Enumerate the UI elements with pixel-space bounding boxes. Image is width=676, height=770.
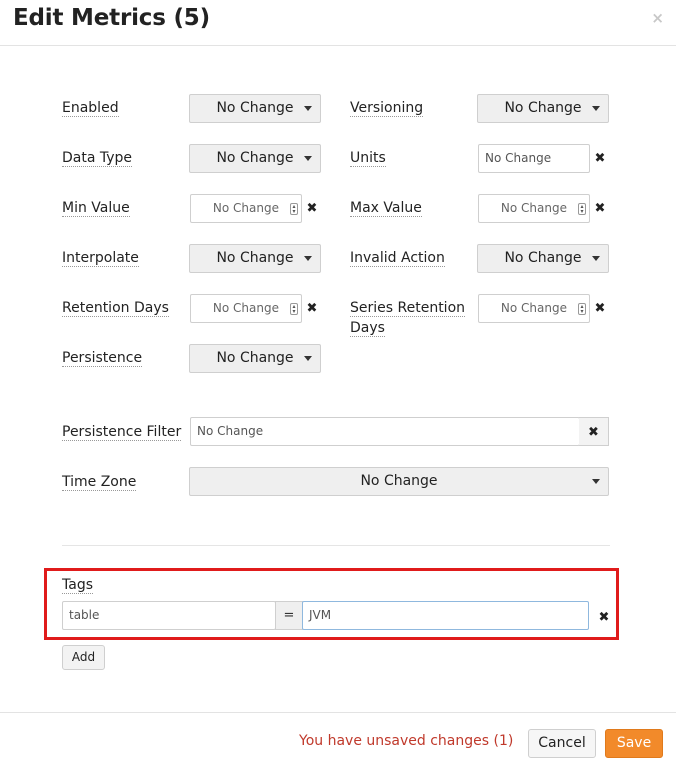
save-button[interactable]: Save <box>605 729 663 758</box>
units-clear-icon[interactable]: ✖ <box>590 144 610 173</box>
min-value-input[interactable]: No Change ▴ ▾ <box>190 194 302 223</box>
cancel-button[interactable]: Cancel <box>528 729 596 758</box>
caret-down-icon <box>304 256 312 261</box>
invalid-action-label: Invalid Action <box>350 250 445 267</box>
close-icon[interactable]: × <box>651 9 664 27</box>
enabled-label: Enabled <box>62 100 119 117</box>
spinner-icon[interactable]: ▴ ▾ <box>290 303 298 315</box>
persistence-filter-label: Persistence Filter <box>62 424 182 441</box>
retention-days-input[interactable]: No Change ▴ ▾ <box>190 294 302 323</box>
caret-down-icon <box>304 356 312 361</box>
caret-down-icon <box>304 156 312 161</box>
invalid-action-dropdown[interactable]: No Change <box>477 244 609 273</box>
modal-title: Edit Metrics (5) <box>13 5 210 31</box>
retention-days-label: Retention Days <box>62 300 169 317</box>
data-type-label: Data Type <box>62 150 133 167</box>
persistence-filter-clear-icon[interactable]: ✖ <box>579 417 609 446</box>
section-divider <box>62 545 610 546</box>
spinner-icon[interactable]: ▴ ▾ <box>578 203 586 215</box>
add-tag-button[interactable]: Add <box>62 645 105 670</box>
persistence-dropdown[interactable]: No Change <box>189 344 321 373</box>
min-value-label: Min Value <box>62 200 130 217</box>
versioning-label: Versioning <box>350 100 424 117</box>
max-value-input[interactable]: No Change ▴ ▾ <box>478 194 590 223</box>
time-zone-label: Time Zone <box>62 474 137 491</box>
modal-header: Edit Metrics (5) × <box>0 0 676 46</box>
max-value-label: Max Value <box>350 200 422 217</box>
interpolate-dropdown[interactable]: No Change <box>189 244 321 273</box>
time-zone-dropdown[interactable]: No Change <box>189 467 609 496</box>
max-value-clear-icon[interactable]: ✖ <box>590 194 610 223</box>
series-retention-days-input[interactable]: No Change ▴ ▾ <box>478 294 590 323</box>
tag-remove-icon[interactable]: ✖ <box>594 603 614 632</box>
persistence-label: Persistence <box>62 350 143 367</box>
tag-key-input[interactable]: table <box>62 601 276 630</box>
data-type-dropdown[interactable]: No Change <box>189 144 321 173</box>
units-input[interactable]: No Change <box>478 144 590 173</box>
caret-down-icon <box>304 106 312 111</box>
spinner-icon[interactable]: ▴ ▾ <box>290 203 298 215</box>
caret-down-icon <box>592 106 600 111</box>
spinner-icon[interactable]: ▴ ▾ <box>578 303 586 315</box>
versioning-dropdown[interactable]: No Change <box>477 94 609 123</box>
series-retention-days-label: Series Retention Days <box>350 300 466 337</box>
tag-value-input[interactable]: JVM <box>302 601 589 630</box>
caret-down-icon <box>592 479 600 484</box>
caret-down-icon <box>592 256 600 261</box>
tags-label: Tags <box>62 577 93 594</box>
retention-days-clear-icon[interactable]: ✖ <box>302 294 322 323</box>
min-value-clear-icon[interactable]: ✖ <box>302 194 322 223</box>
series-retention-days-clear-icon[interactable]: ✖ <box>590 294 610 323</box>
enabled-dropdown[interactable]: No Change <box>189 94 321 123</box>
interpolate-label: Interpolate <box>62 250 139 267</box>
unsaved-changes-status: You have unsaved changes (1) <box>299 733 514 749</box>
tag-separator: = <box>275 601 303 630</box>
units-label: Units <box>350 150 386 167</box>
persistence-filter-input[interactable]: No Change <box>190 417 580 446</box>
